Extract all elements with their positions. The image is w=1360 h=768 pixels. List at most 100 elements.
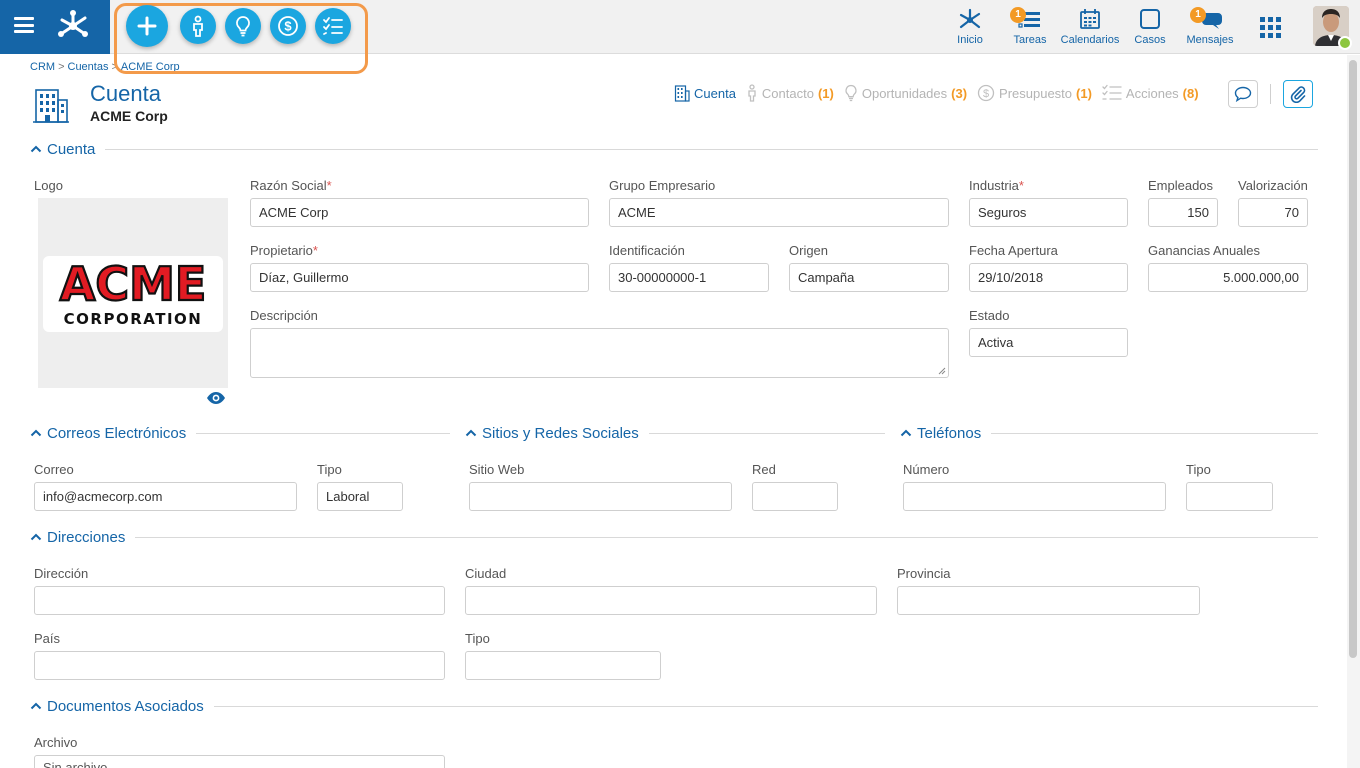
tab-acciones-label: Acciones bbox=[1125, 85, 1179, 101]
comments-button[interactable] bbox=[1228, 80, 1258, 108]
origen-select[interactable]: Campaña bbox=[789, 263, 949, 292]
view-logo-button[interactable] bbox=[205, 389, 227, 407]
svg-text:$: $ bbox=[284, 19, 292, 34]
estado-select[interactable]: Activa bbox=[969, 328, 1128, 357]
red-label: Red bbox=[752, 462, 776, 477]
acme-logo-text: ACME bbox=[60, 257, 207, 311]
section-documentos[interactable]: Documentos Asociados bbox=[30, 696, 1318, 716]
section-divider bbox=[196, 432, 450, 434]
section-sitios-title: Sitios y Redes Sociales bbox=[482, 424, 639, 442]
nav-mensajes[interactable]: 1 Mensajes bbox=[1178, 6, 1242, 50]
archivo-input[interactable]: Sin archivo bbox=[34, 755, 445, 768]
section-direcciones[interactable]: Direcciones bbox=[30, 527, 1318, 547]
telefono-tipo-label: Tipo bbox=[1186, 462, 1211, 477]
correo-tipo-select[interactable]: Laboral bbox=[317, 482, 403, 511]
breadcrumb-current[interactable]: ACME Corp bbox=[121, 61, 180, 73]
section-telefonos-title: Teléfonos bbox=[917, 424, 982, 442]
pais-input[interactable] bbox=[34, 651, 445, 680]
correo-tipo-label: Tipo bbox=[317, 462, 342, 477]
ciudad-input[interactable] bbox=[465, 586, 877, 615]
tab-acciones[interactable]: Acciones (8) bbox=[1102, 84, 1199, 102]
section-documentos-title: Documentos Asociados bbox=[47, 697, 204, 715]
chevron-up-icon bbox=[30, 533, 42, 541]
telefono-tipo-select[interactable] bbox=[1186, 482, 1273, 511]
direccion-label: Dirección bbox=[34, 566, 89, 581]
tab-contacto[interactable]: Contacto (1) bbox=[746, 84, 834, 102]
apps-grid-icon[interactable] bbox=[1260, 17, 1281, 38]
nav-inicio[interactable]: Inicio bbox=[938, 6, 1002, 50]
cases-icon bbox=[1140, 9, 1160, 29]
propietario-input[interactable]: Díaz, Guillermo bbox=[250, 263, 589, 292]
section-divider bbox=[213, 705, 1318, 707]
resize-grip-icon[interactable] bbox=[938, 367, 946, 375]
razon-social-input[interactable]: ACME Corp bbox=[250, 198, 589, 227]
nav-tareas-label: Tareas bbox=[1013, 34, 1047, 46]
acme-logo: ACME CORPORATION bbox=[43, 256, 223, 332]
nav-tareas[interactable]: 1 Tareas bbox=[998, 6, 1062, 50]
new-contact-button[interactable] bbox=[180, 8, 216, 44]
new-action-button[interactable] bbox=[315, 8, 351, 44]
contact-person-icon bbox=[193, 15, 203, 37]
network-home-icon bbox=[959, 8, 981, 29]
correo-input[interactable]: info@acmecorp.com bbox=[34, 482, 297, 511]
industria-select[interactable]: Seguros bbox=[969, 198, 1128, 227]
page-title: Cuenta bbox=[90, 81, 161, 106]
grupo-empresario-input[interactable]: ACME bbox=[609, 198, 949, 227]
checklist-icon bbox=[1102, 84, 1122, 100]
direccion-input[interactable] bbox=[34, 586, 445, 615]
breadcrumb-cuentas[interactable]: Cuentas bbox=[68, 61, 109, 73]
eye-icon bbox=[207, 392, 225, 404]
fecha-apertura-label: Fecha Apertura bbox=[969, 243, 1058, 258]
nav-mensajes-label: Mensajes bbox=[1186, 34, 1234, 46]
provincia-input[interactable] bbox=[897, 586, 1200, 615]
account-logo[interactable]: ACME CORPORATION bbox=[38, 198, 228, 388]
tab-cuenta[interactable]: Cuenta bbox=[674, 84, 736, 102]
tab-oportunidades-count: (3) bbox=[951, 85, 968, 101]
red-select[interactable] bbox=[752, 482, 838, 511]
nav-calendarios[interactable]: Calendarios bbox=[1058, 6, 1122, 50]
ciudad-label: Ciudad bbox=[465, 566, 507, 581]
direccion-tipo-select[interactable] bbox=[465, 651, 661, 680]
section-correos[interactable]: Correos Electrónicos bbox=[30, 423, 450, 443]
tareas-badge: 1 bbox=[1010, 7, 1026, 23]
identificacion-input[interactable]: 30-00000000-1 bbox=[609, 263, 769, 292]
svg-text:$: $ bbox=[983, 88, 989, 100]
breadcrumb-crm[interactable]: CRM bbox=[30, 61, 55, 73]
fecha-apertura-input[interactable]: 29/10/2018 bbox=[969, 263, 1128, 292]
numero-input[interactable] bbox=[903, 482, 1166, 511]
chevron-up-icon bbox=[30, 145, 42, 153]
empleados-label: Empleados bbox=[1148, 178, 1214, 193]
section-cuenta[interactable]: Cuenta bbox=[30, 139, 1318, 159]
nav-casos[interactable]: Casos bbox=[1118, 6, 1182, 50]
brand-area bbox=[0, 0, 110, 54]
app-logo-icon[interactable] bbox=[55, 8, 91, 44]
new-budget-button[interactable]: $ bbox=[270, 8, 306, 44]
breadcrumb-separator: > bbox=[111, 61, 118, 73]
section-sitios[interactable]: Sitios y Redes Sociales bbox=[465, 423, 885, 443]
sitio-web-input[interactable] bbox=[469, 482, 732, 511]
ganancias-anuales-input[interactable]: 5.000.000,00 bbox=[1148, 263, 1308, 292]
valorizacion-input[interactable]: 70 bbox=[1238, 198, 1308, 227]
empleados-input[interactable]: 150 bbox=[1148, 198, 1218, 227]
chevron-up-icon bbox=[900, 429, 912, 437]
section-telefonos[interactable]: Teléfonos bbox=[900, 423, 1318, 443]
tab-oportunidades-label: Oportunidades bbox=[861, 85, 948, 101]
provincia-label: Provincia bbox=[897, 566, 951, 581]
tab-oportunidades[interactable]: Oportunidades (3) bbox=[844, 84, 967, 102]
attachments-button[interactable] bbox=[1283, 80, 1313, 108]
tab-presupuesto[interactable]: $ Presupuesto (1) bbox=[977, 84, 1092, 102]
descripcion-textarea[interactable] bbox=[250, 328, 949, 378]
razon-social-label: Razón Social* bbox=[250, 178, 332, 193]
section-divider bbox=[135, 536, 1318, 538]
propietario-label: Propietario* bbox=[250, 243, 318, 258]
scrollbar-thumb[interactable] bbox=[1349, 60, 1357, 658]
checklist-icon bbox=[323, 17, 343, 35]
nav-calendarios-label: Calendarios bbox=[1060, 34, 1120, 46]
add-button[interactable] bbox=[126, 5, 168, 47]
breadcrumb: CRM > Cuentas > ACME Corp bbox=[30, 61, 180, 73]
breadcrumb-separator: > bbox=[58, 61, 65, 73]
new-opportunity-button[interactable] bbox=[225, 8, 261, 44]
comment-icon bbox=[1234, 86, 1252, 102]
required-mark: * bbox=[326, 178, 332, 193]
menu-icon[interactable] bbox=[14, 17, 34, 33]
